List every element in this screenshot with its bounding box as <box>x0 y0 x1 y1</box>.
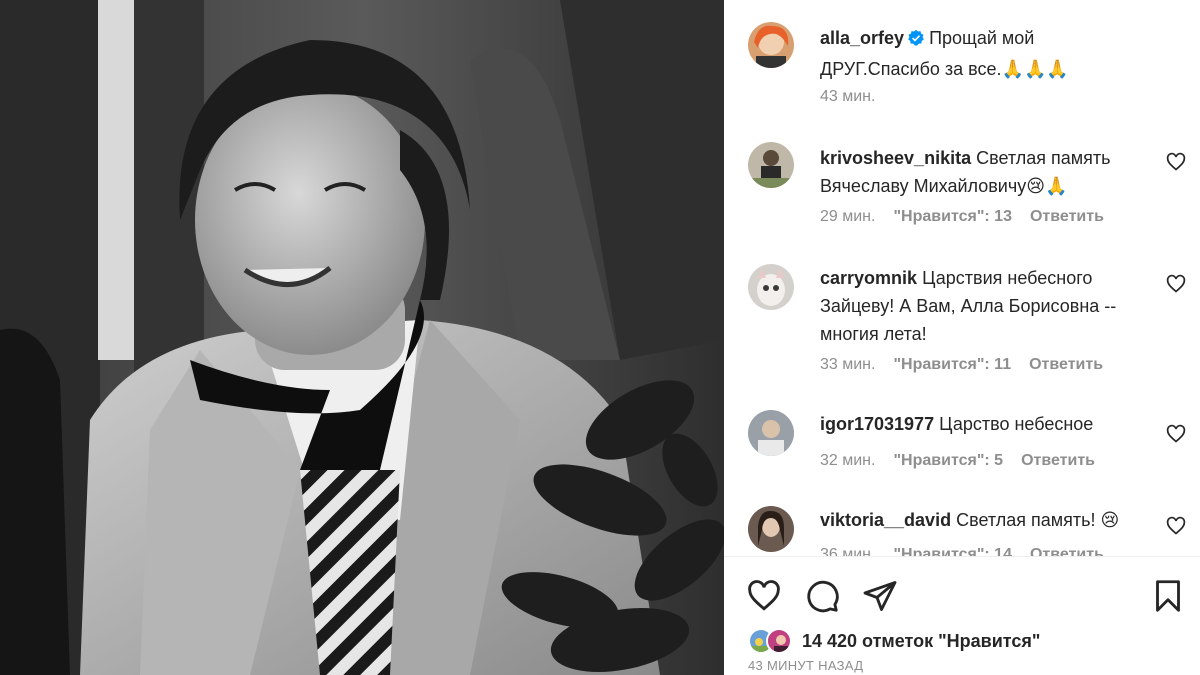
comment-body: Царство небесное <box>939 414 1094 434</box>
comment-likes[interactable]: "Нравится": 5 <box>893 452 1003 469</box>
comment-meta: 29 мин. "Нравится": 13 Ответить <box>820 208 1122 226</box>
likes-count[interactable]: 14 420 отметок "Нравится" <box>802 631 1040 652</box>
post-caption: alla_orfey Прощай мой ДРУГ.Спасибо за все… <box>820 24 1150 83</box>
comment-like-heart-icon[interactable] <box>1166 274 1186 294</box>
comment-like-heart-icon[interactable] <box>1166 516 1186 536</box>
caption-time: 43 мин. <box>820 88 876 105</box>
post-timestamp: 43 МИНУТ НАЗАД <box>748 658 864 673</box>
post-photo[interactable] <box>0 0 724 675</box>
likes-summary[interactable]: 14 420 отметок "Нравится" <box>748 626 1040 656</box>
bookmark-icon[interactable] <box>1150 578 1186 614</box>
heart-icon[interactable] <box>746 578 782 614</box>
actions-divider <box>724 556 1200 557</box>
comments-panel: alla_orfey Прощай мой ДРУГ.Спасибо за все… <box>724 0 1200 675</box>
comment-username[interactable]: igor17031977 <box>820 414 934 434</box>
comment-likes[interactable]: "Нравится": 11 <box>893 356 1011 373</box>
comment-like-heart-icon[interactable] <box>1166 152 1186 172</box>
comment-body: Светлая память! 😢 <box>956 510 1120 530</box>
verified-badge-icon <box>907 27 925 55</box>
comment-meta: 33 мин. "Нравится": 11 Ответить <box>820 356 1121 374</box>
commenter-avatar[interactable] <box>748 506 794 552</box>
post-actions-bar <box>724 578 1200 618</box>
reply-button[interactable]: Ответить <box>1030 546 1104 556</box>
comments-list[interactable]: alla_orfey Прощай мой ДРУГ.Спасибо за все… <box>724 0 1200 556</box>
author-avatar[interactable] <box>748 22 794 68</box>
comment-username[interactable]: krivosheev_nikita <box>820 148 971 168</box>
caption-meta: 43 мин. <box>820 88 893 106</box>
comment-icon[interactable] <box>804 578 840 614</box>
comment-username[interactable]: viktoria__david <box>820 510 951 530</box>
commenter-avatar[interactable] <box>748 142 794 188</box>
reply-button[interactable]: Ответить <box>1029 356 1103 373</box>
reply-button[interactable]: Ответить <box>1030 208 1104 225</box>
comment-time: 29 мин. <box>820 208 876 225</box>
author-username[interactable]: alla_orfey <box>820 28 904 48</box>
commenter-avatar[interactable] <box>748 410 794 456</box>
comment-meta: 32 мин. "Нравится": 5 Ответить <box>820 452 1113 470</box>
comment-meta: 36 мин. "Нравится": 14 Ответить <box>820 546 1122 556</box>
comment-username[interactable]: carryomnik <box>820 268 917 288</box>
comment-text-block: carryomnik Царствия небесного Зайцеву! А… <box>820 264 1150 348</box>
liker-avatar <box>766 628 792 654</box>
send-icon[interactable] <box>862 578 898 614</box>
commenter-avatar[interactable] <box>748 264 794 310</box>
comment-time: 33 мин. <box>820 356 876 373</box>
comment-text-block: krivosheev_nikita Светлая память Вячесла… <box>820 144 1150 200</box>
comment-like-heart-icon[interactable] <box>1166 424 1186 444</box>
reply-button[interactable]: Ответить <box>1021 452 1095 469</box>
comment-text-block: igor17031977 Царство небесное <box>820 410 1150 438</box>
comment-time: 36 мин. <box>820 546 876 556</box>
comment-likes[interactable]: "Нравится": 13 <box>893 208 1012 225</box>
comment-likes[interactable]: "Нравится": 14 <box>893 546 1012 556</box>
comment-text-block: viktoria__david Светлая память! 😢 <box>820 506 1150 534</box>
comment-time: 32 мин. <box>820 452 876 469</box>
